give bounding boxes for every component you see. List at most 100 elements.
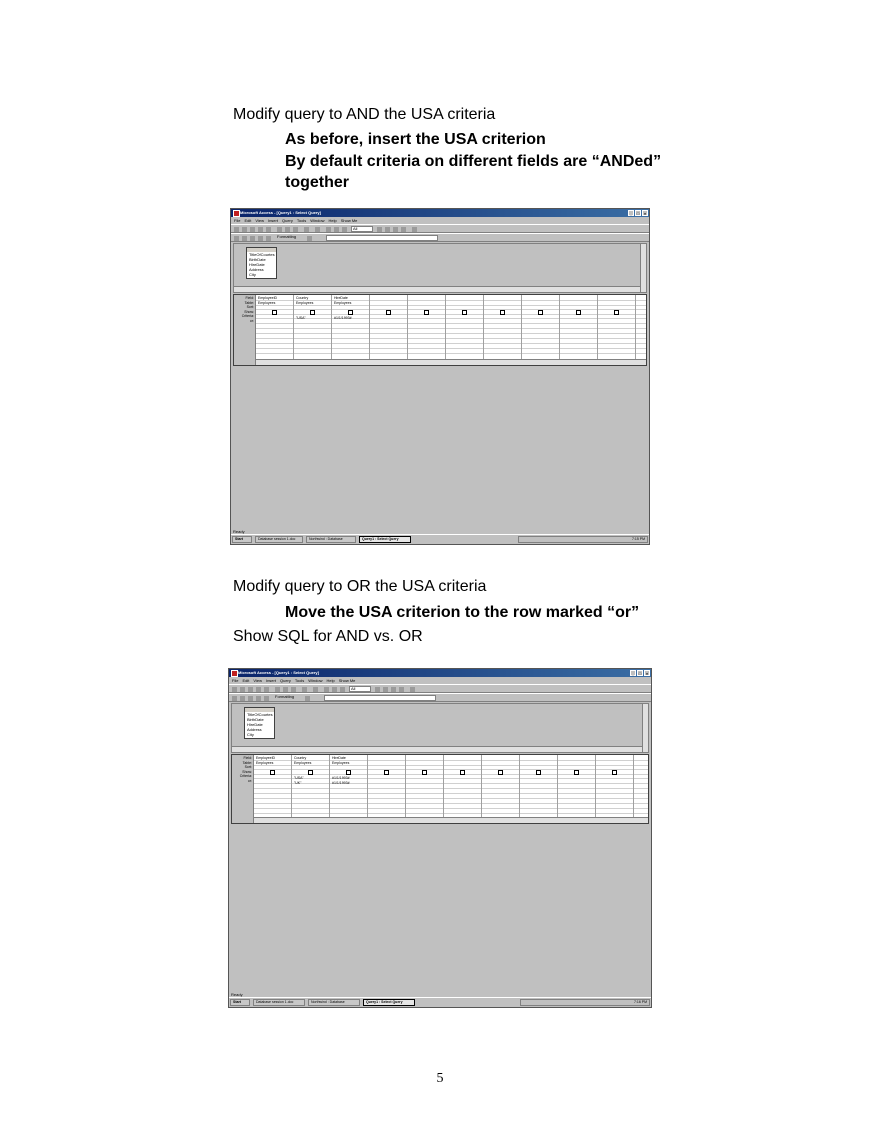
paste-icon[interactable] bbox=[293, 227, 298, 232]
show-checkbox[interactable] bbox=[574, 769, 579, 775]
menu-tools[interactable]: Tools bbox=[295, 677, 304, 684]
show-table-icon[interactable] bbox=[334, 227, 339, 232]
menu-window[interactable]: Window bbox=[310, 217, 324, 224]
show-checkbox[interactable] bbox=[386, 309, 391, 315]
grid-column-country[interactable]: Country Employees "USA" bbox=[294, 295, 332, 359]
menu-view[interactable]: View bbox=[253, 677, 262, 684]
cut-icon[interactable] bbox=[275, 687, 280, 692]
forward-icon[interactable] bbox=[240, 696, 245, 701]
grid-column-hiredate[interactable]: HireDate Employees #1/1/1993# bbox=[332, 295, 370, 359]
show-checkbox[interactable] bbox=[348, 309, 353, 315]
field-item[interactable]: City bbox=[249, 272, 276, 277]
show-checkbox[interactable] bbox=[576, 309, 581, 315]
menu-edit[interactable]: Edit bbox=[244, 217, 251, 224]
totals-icon[interactable] bbox=[342, 227, 347, 232]
minimize-button[interactable]: _ bbox=[628, 210, 634, 216]
start-button[interactable]: Start bbox=[232, 536, 252, 543]
view-icon[interactable] bbox=[232, 687, 237, 692]
taskbar-word-doc[interactable]: Database session 1.doc bbox=[253, 999, 305, 1006]
address-combo[interactable] bbox=[324, 695, 436, 701]
table-pane-hscroll[interactable] bbox=[234, 286, 640, 292]
properties-icon[interactable] bbox=[375, 687, 380, 692]
maximize-button[interactable]: □ bbox=[635, 210, 641, 216]
run-icon[interactable] bbox=[324, 687, 329, 692]
undo-icon[interactable] bbox=[302, 687, 307, 692]
totals-icon[interactable] bbox=[340, 687, 345, 692]
taskbar-query1[interactable]: Query1 : Select Query bbox=[359, 536, 411, 543]
spelling-icon[interactable] bbox=[264, 687, 269, 692]
employees-field-list[interactable]: TitleOfCourtes BirthDate HireDate Addres… bbox=[246, 247, 277, 279]
database-window-icon[interactable] bbox=[391, 687, 396, 692]
minimize-button[interactable]: _ bbox=[630, 670, 636, 676]
show-checkbox[interactable] bbox=[272, 309, 277, 315]
show-checkbox[interactable] bbox=[384, 769, 389, 775]
new-object-icon[interactable] bbox=[399, 687, 404, 692]
stop-icon[interactable] bbox=[248, 696, 253, 701]
properties-icon[interactable] bbox=[377, 227, 382, 232]
build-icon[interactable] bbox=[385, 227, 390, 232]
menu-help[interactable]: Help bbox=[326, 677, 334, 684]
view-icon[interactable] bbox=[234, 227, 239, 232]
menu-insert[interactable]: Insert bbox=[268, 217, 278, 224]
grid-column-empty[interactable] bbox=[558, 755, 596, 817]
refresh-icon[interactable] bbox=[258, 236, 263, 241]
top-values-combo[interactable]: All bbox=[351, 226, 373, 232]
help-icon[interactable] bbox=[412, 227, 417, 232]
print-icon[interactable] bbox=[248, 687, 253, 692]
grid-column-empty[interactable] bbox=[370, 295, 408, 359]
grid-column-empty[interactable] bbox=[522, 295, 560, 359]
preview-icon[interactable] bbox=[256, 687, 261, 692]
favorites-menu[interactable]: Formatting bbox=[276, 235, 304, 241]
show-checkbox[interactable] bbox=[460, 769, 465, 775]
taskbar-query1[interactable]: Query1 : Select Query bbox=[363, 999, 415, 1006]
menu-query[interactable]: Query bbox=[282, 217, 293, 224]
grid-hscroll[interactable] bbox=[256, 359, 646, 365]
home-icon[interactable] bbox=[266, 236, 271, 241]
employees-field-list[interactable]: TitleOfCourtes BirthDate HireDate Addres… bbox=[244, 707, 275, 739]
go-icon[interactable] bbox=[307, 236, 312, 241]
database-window-icon[interactable] bbox=[393, 227, 398, 232]
refresh-icon[interactable] bbox=[256, 696, 261, 701]
table-pane-vscroll[interactable] bbox=[640, 244, 646, 292]
menu-show-me[interactable]: Show Me bbox=[341, 217, 358, 224]
cell-criteria[interactable]: "USA" bbox=[296, 316, 331, 321]
top-values-combo[interactable]: All bbox=[349, 686, 371, 692]
show-checkbox[interactable] bbox=[308, 769, 313, 775]
undo-icon[interactable] bbox=[304, 227, 309, 232]
show-checkbox[interactable] bbox=[498, 769, 503, 775]
save-icon[interactable] bbox=[242, 227, 247, 232]
close-button[interactable]: × bbox=[642, 210, 648, 216]
cut-icon[interactable] bbox=[277, 227, 282, 232]
menu-view[interactable]: View bbox=[255, 217, 264, 224]
menu-help[interactable]: Help bbox=[328, 217, 336, 224]
show-checkbox[interactable] bbox=[462, 309, 467, 315]
grid-column-empty[interactable] bbox=[444, 755, 482, 817]
menu-show-me[interactable]: Show Me bbox=[339, 677, 356, 684]
show-checkbox[interactable] bbox=[422, 769, 427, 775]
cell-criteria[interactable]: #1/1/1993# bbox=[334, 316, 369, 321]
grid-column-empty[interactable] bbox=[482, 755, 520, 817]
help-icon[interactable] bbox=[410, 687, 415, 692]
show-checkbox[interactable] bbox=[346, 769, 351, 775]
grid-column-empty[interactable] bbox=[596, 755, 634, 817]
grid-column-empty[interactable] bbox=[406, 755, 444, 817]
run-icon[interactable] bbox=[326, 227, 331, 232]
query-type-icon[interactable] bbox=[315, 227, 320, 232]
preview-icon[interactable] bbox=[258, 227, 263, 232]
grid-column-hiredate[interactable]: HireDate Employees #1/1/1993# #1/1/1993# bbox=[330, 755, 368, 817]
table-pane-vscroll[interactable] bbox=[642, 704, 648, 752]
menu-insert[interactable]: Insert bbox=[266, 677, 276, 684]
show-checkbox[interactable] bbox=[270, 769, 275, 775]
show-checkbox[interactable] bbox=[310, 309, 315, 315]
show-checkbox[interactable] bbox=[538, 309, 543, 315]
copy-icon[interactable] bbox=[285, 227, 290, 232]
grid-column-empty[interactable] bbox=[408, 295, 446, 359]
menu-edit[interactable]: Edit bbox=[242, 677, 249, 684]
menu-window[interactable]: Window bbox=[308, 677, 322, 684]
menu-query[interactable]: Query bbox=[280, 677, 291, 684]
paste-icon[interactable] bbox=[291, 687, 296, 692]
grid-column-employeeid[interactable]: EmployeeID Employees bbox=[256, 295, 294, 359]
show-checkbox[interactable] bbox=[536, 769, 541, 775]
cell-or[interactable]: #1/1/1993# bbox=[332, 781, 367, 786]
spelling-icon[interactable] bbox=[266, 227, 271, 232]
